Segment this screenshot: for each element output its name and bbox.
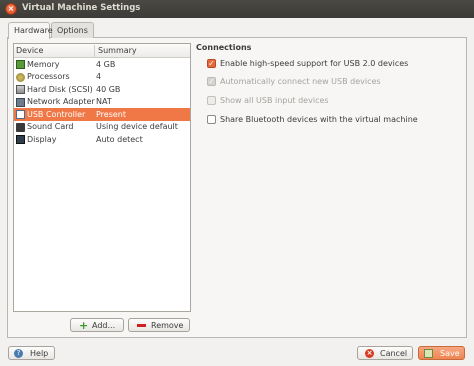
option-label: Share Bluetooth devices with the virtual…: [220, 115, 418, 124]
device-summary: Using device default: [96, 122, 178, 131]
add-device-button[interactable]: + Add...: [70, 318, 124, 332]
option-label: Automatically connect new USB devices: [220, 77, 381, 86]
memory-icon: [16, 60, 25, 69]
network-adapter-icon: [16, 97, 25, 107]
option-label: Enable high-speed support for USB 2.0 de…: [220, 59, 409, 68]
checkbox-checked[interactable]: ✓: [207, 59, 216, 68]
device-summary: Present: [96, 109, 127, 119]
usb-icon: [16, 110, 25, 119]
device-name: Hard Disk (SCSI): [27, 84, 93, 94]
device-summary: 4: [96, 72, 102, 81]
save-button-label: Save: [440, 348, 460, 358]
window-title: Virtual Machine Settings: [22, 3, 141, 13]
tab-options[interactable]: Options: [51, 22, 94, 38]
cancel-button[interactable]: × Cancel: [357, 346, 413, 360]
device-list[interactable]: Device Summary Memory 4 GB Processors 4 …: [13, 43, 191, 312]
device-name: USB Controller: [27, 109, 86, 119]
cancel-button-label: Cancel: [380, 348, 408, 358]
device-summary: Auto detect: [96, 134, 143, 144]
checkbox-unchecked-disabled: [207, 96, 216, 105]
tab-hardware[interactable]: Hardware: [8, 22, 53, 39]
device-row-display[interactable]: Display Auto detect: [14, 133, 190, 146]
device-summary: NAT: [96, 97, 112, 106]
window-titlebar: × Virtual Machine Settings: [0, 0, 474, 18]
device-row-memory[interactable]: Memory 4 GB: [14, 58, 190, 71]
connections-heading: Connections: [196, 43, 252, 52]
device-summary: 4 GB: [96, 59, 116, 69]
save-icon: [424, 349, 433, 358]
device-name: Network Adapter: [27, 97, 95, 106]
remove-device-button[interactable]: Remove: [128, 318, 190, 332]
device-row-sound-card[interactable]: Sound Card Using device default: [14, 121, 190, 134]
device-summary: 40 GB: [96, 84, 121, 94]
device-name: Memory: [27, 59, 60, 69]
device-row-usb-controller[interactable]: USB Controller Present: [14, 108, 190, 121]
device-name: Processors: [27, 72, 70, 81]
save-button[interactable]: Save: [418, 346, 465, 360]
remove-button-label: Remove: [151, 320, 184, 330]
device-row-hard-disk[interactable]: Hard Disk (SCSI) 40 GB: [14, 83, 190, 96]
device-name: Display: [27, 134, 57, 144]
sound-card-icon: [16, 122, 25, 132]
plus-icon: +: [79, 319, 89, 332]
help-button-label: Help: [30, 348, 49, 358]
device-row-processors[interactable]: Processors 4: [14, 71, 190, 84]
device-row-network-adapter[interactable]: Network Adapter NAT: [14, 96, 190, 109]
minus-icon: [137, 324, 146, 327]
column-header-summary[interactable]: Summary: [94, 45, 137, 57]
device-name: Sound Card: [27, 122, 74, 131]
display-icon: [16, 135, 25, 144]
column-header-device[interactable]: Device: [16, 46, 43, 55]
checkbox-unchecked[interactable]: [207, 115, 216, 124]
help-icon: ?: [14, 349, 23, 358]
add-button-label: Add...: [92, 320, 116, 330]
hard-disk-icon: [16, 85, 25, 94]
checkbox-checked-disabled: ✓: [207, 77, 216, 86]
help-button[interactable]: ? Help: [8, 346, 55, 360]
option-label: Show all USB input devices: [220, 96, 329, 105]
device-list-header: Device Summary: [14, 44, 190, 58]
close-icon[interactable]: ×: [5, 3, 17, 15]
processor-icon: [16, 72, 25, 82]
cancel-icon: ×: [365, 349, 374, 358]
